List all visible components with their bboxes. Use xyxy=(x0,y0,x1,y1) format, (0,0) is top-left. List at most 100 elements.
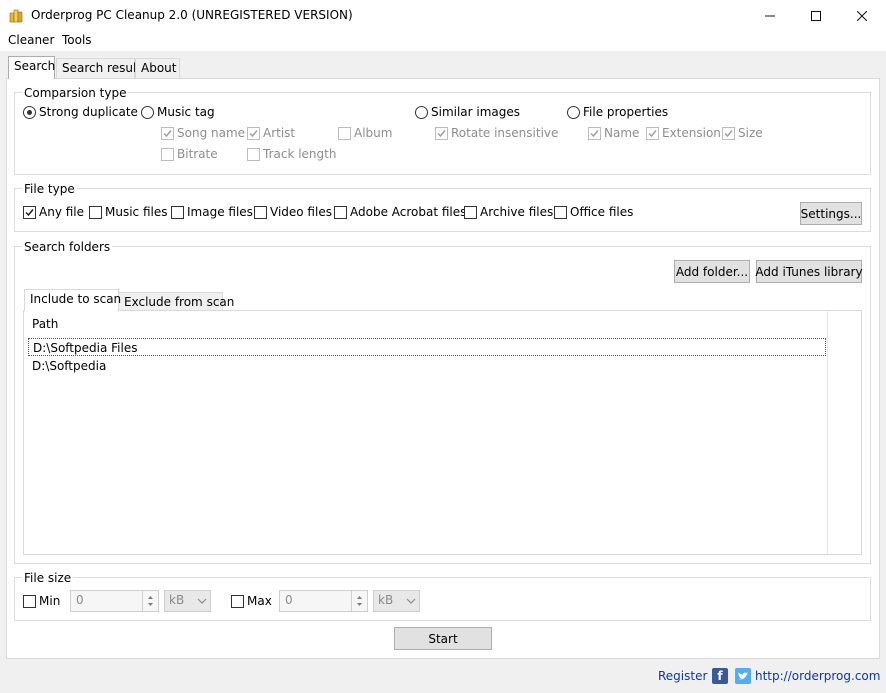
file-type-label: File type xyxy=(22,182,77,196)
min-size-spinbox[interactable]: 0 xyxy=(70,590,159,612)
max-size-value: 0 xyxy=(285,593,293,607)
radio-music-tag[interactable] xyxy=(141,106,154,119)
window-title: Orderprog PC Cleanup 2.0 (UNREGISTERED V… xyxy=(31,8,353,22)
facebook-glyph: f xyxy=(717,669,723,683)
max-unit-select[interactable]: kB xyxy=(373,590,420,612)
search-folders-label: Search folders xyxy=(22,240,113,254)
checkbox-adobe-acrobat-files[interactable] xyxy=(334,206,347,219)
add-folder-button[interactable]: Add folder... xyxy=(674,260,750,283)
checkbox-rotate-insensitive[interactable] xyxy=(435,127,448,140)
spin-arrows-icon xyxy=(148,596,153,606)
chevron-down-icon xyxy=(197,598,207,604)
checkbox-music-files[interactable] xyxy=(89,206,102,219)
path-column-header[interactable]: Path xyxy=(32,317,58,331)
min-unit-value: kB xyxy=(169,593,185,607)
list-item[interactable]: D:\Softpedia xyxy=(28,357,826,375)
start-button[interactable]: Start xyxy=(394,627,492,650)
chevron-down-icon xyxy=(406,598,416,604)
tab-exclude-from-scan[interactable]: Exclude from scan xyxy=(118,292,234,311)
music-tag-label: Music tag xyxy=(157,105,215,119)
file-size-label: File size xyxy=(22,571,74,585)
radio-file-properties[interactable] xyxy=(567,106,580,119)
radio-strong-duplicate[interactable] xyxy=(23,106,36,119)
list-scrollbar-area[interactable] xyxy=(827,311,861,554)
checkbox-image-files[interactable] xyxy=(171,206,184,219)
list-item[interactable]: D:\Softpedia Files xyxy=(28,338,826,356)
checkbox-album[interactable] xyxy=(338,127,351,140)
checkbox-video-files[interactable] xyxy=(254,206,267,219)
tab-search[interactable]: Search xyxy=(8,56,55,79)
checkbox-track-length[interactable] xyxy=(247,148,260,161)
strong-duplicate-label: Strong duplicate xyxy=(39,105,138,119)
checkbox-min-size[interactable] xyxy=(23,595,36,608)
checkbox-name[interactable] xyxy=(588,127,601,140)
song-name-label: Song name xyxy=(177,126,246,140)
album-label: Album xyxy=(354,126,393,140)
track-length-label: Track length xyxy=(263,147,337,161)
folders-list[interactable]: Path D:\Softpedia Files D:\Softpedia xyxy=(23,310,862,555)
music-files-label: Music files xyxy=(105,205,168,219)
office-files-label: Office files xyxy=(570,205,634,219)
maximize-icon xyxy=(811,10,821,21)
check-icon xyxy=(437,130,446,138)
min-unit-select[interactable]: kB xyxy=(164,590,211,612)
bitrate-label: Bitrate xyxy=(177,147,218,161)
close-button[interactable] xyxy=(839,0,885,31)
comparison-type-label: Comparsion type xyxy=(22,86,129,100)
checkbox-bitrate[interactable] xyxy=(161,148,174,161)
title-bar: Orderprog PC Cleanup 2.0 (UNREGISTERED V… xyxy=(0,0,886,31)
max-size-spin-arrows[interactable] xyxy=(351,591,367,611)
tab-search-result[interactable]: Search result xyxy=(56,58,141,78)
check-icon xyxy=(724,130,733,138)
app-icon xyxy=(8,7,24,23)
rotate-insensitive-label: Rotate insensitive xyxy=(451,126,559,140)
check-icon xyxy=(590,130,599,138)
extension-label: Extension xyxy=(662,126,721,140)
max-size-spinbox[interactable]: 0 xyxy=(279,590,368,612)
check-icon xyxy=(163,130,172,138)
archive-files-label: Archive files xyxy=(480,205,554,219)
checkbox-office-files[interactable] xyxy=(554,206,567,219)
checkbox-archive-files[interactable] xyxy=(464,206,477,219)
min-size-value: 0 xyxy=(76,593,84,607)
tab-about[interactable]: About xyxy=(135,58,180,78)
tab-include-to-scan[interactable]: Include to scan xyxy=(24,289,121,311)
minimize-button[interactable] xyxy=(747,0,793,31)
menu-tools[interactable]: Tools xyxy=(59,33,95,47)
checkbox-artist[interactable] xyxy=(247,127,260,140)
checkbox-extension[interactable] xyxy=(646,127,659,140)
checkbox-any-file[interactable] xyxy=(23,206,36,219)
check-icon xyxy=(249,130,258,138)
menu-cleaner[interactable]: Cleaner xyxy=(5,33,57,47)
check-icon xyxy=(648,130,657,138)
min-label: Min xyxy=(39,594,61,608)
facebook-icon[interactable]: f xyxy=(712,668,728,684)
any-file-label: Any file xyxy=(39,205,85,219)
maximize-button[interactable] xyxy=(793,0,839,31)
image-files-label: Image files xyxy=(187,205,253,219)
size-label: Size xyxy=(738,126,763,140)
checkbox-song-name[interactable] xyxy=(161,127,174,140)
close-icon xyxy=(857,10,867,21)
artist-label: Artist xyxy=(263,126,296,140)
checkbox-max-size[interactable] xyxy=(231,595,244,608)
similar-images-label: Similar images xyxy=(431,105,521,119)
register-link[interactable]: Register xyxy=(658,669,707,683)
max-unit-value: kB xyxy=(378,593,394,607)
list-item-path: D:\Softpedia Files xyxy=(33,341,138,355)
twitter-bird-icon xyxy=(738,672,748,680)
menu-bar: Cleaner Tools xyxy=(0,31,886,51)
radio-similar-images[interactable] xyxy=(415,106,428,119)
checkbox-size[interactable] xyxy=(722,127,735,140)
settings-button[interactable]: Settings... xyxy=(800,202,862,225)
website-link[interactable]: http://orderprog.com xyxy=(755,669,880,683)
max-label: Max xyxy=(247,594,272,608)
name-label: Name xyxy=(604,126,640,140)
minimize-icon xyxy=(765,15,775,16)
list-item-path: D:\Softpedia xyxy=(32,359,107,373)
file-properties-label: File properties xyxy=(583,105,669,119)
min-size-spin-arrows[interactable] xyxy=(142,591,158,611)
twitter-icon[interactable] xyxy=(735,668,751,684)
video-files-label: Video files xyxy=(270,205,332,219)
add-itunes-library-button[interactable]: Add iTunes library xyxy=(755,260,863,283)
